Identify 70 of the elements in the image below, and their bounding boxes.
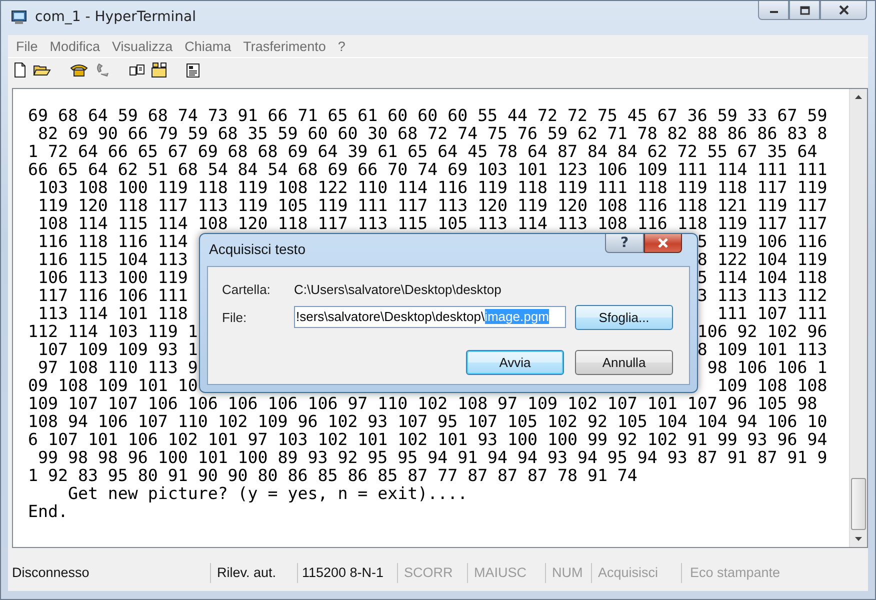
folder-path: C:\Users\salvatore\Desktop\desktop [294, 282, 502, 296]
terminal-icon [11, 9, 27, 25]
scroll-thumb[interactable] [851, 478, 866, 530]
status-text: Rilev. aut. [211, 563, 298, 583]
file-label: File: [222, 310, 248, 324]
terminal-line: 09 108 109 101 10 [28, 377, 198, 395]
status-text: MAIUSC [468, 563, 546, 583]
terminal-line: 116 118 116 114 [36, 233, 188, 251]
dialog-title: Acquisisci testo [209, 241, 306, 257]
terminal-line: 5 119 106 116 [697, 233, 828, 251]
send-document-icon[interactable] [129, 62, 145, 78]
menu-item[interactable]: ? [332, 38, 352, 54]
close-icon [838, 5, 850, 15]
help-button[interactable]: ? [605, 234, 644, 253]
terminal-line: 1 92 83 95 80 91 90 90 80 86 85 86 85 87 77 87 87 87 78 91 74 [28, 467, 638, 485]
status-text: SCORR [398, 563, 468, 583]
terminal-line: 66 65 64 62 51 68 54 84 54 68 69 66 70 74 69 103 101 123 106 109 111 114 111 111 [28, 161, 828, 179]
terminal-line: 5 114 104 118 [697, 269, 828, 287]
terminal-line: 119 120 118 117 113 119 105 119 111 117 113 120 119 120 108 116 118 121 119 117 [36, 197, 828, 215]
status-text: 115200 8-N-1 [298, 563, 398, 583]
menu-item[interactable]: Chiama [178, 38, 238, 54]
status-text: Eco stampante [689, 564, 782, 582]
terminal-line: 3 113 113 112 [697, 287, 828, 305]
terminal-line: 113 114 101 118 [36, 305, 188, 323]
menu-item[interactable]: File [10, 38, 44, 54]
terminal-line: 108 114 115 114 108 120 118 117 113 115 105 113 114 113 108 116 118 119 117 117 [36, 215, 828, 233]
minimize-button[interactable] [758, 1, 789, 20]
terminal-line: 108 94 106 107 110 102 109 96 102 93 107 95 107 105 102 92 105 104 104 94 106 10 [28, 413, 828, 431]
terminal-line: 82 69 90 66 79 59 68 35 59 60 60 30 68 72 74 75 76 59 62 71 78 82 88 86 86 83 8 [36, 125, 828, 143]
menu-item[interactable]: Trasferimento [237, 38, 332, 54]
terminal-line: 109 108 108 [717, 377, 828, 395]
terminal-line: 8 122 104 119 [697, 251, 828, 269]
status-text: Disconnesso [8, 563, 211, 583]
start-button[interactable]: Avvia [466, 350, 564, 374]
maximize-button[interactable] [789, 1, 820, 20]
file-field[interactable]: !sers\salvatore\Desktop\desktop\image.pgm [294, 306, 566, 328]
properties-icon[interactable] [185, 62, 201, 78]
terminal-line: 107 109 109 93 1 [36, 341, 198, 359]
close-icon [656, 237, 670, 249]
terminal-line: 109 107 107 106 106 106 106 106 97 110 102 108 97 109 102 107 101 107 96 105 98 [28, 395, 818, 413]
menu-item[interactable]: Modifica [44, 38, 106, 54]
terminal-line: 106 113 100 119 [36, 269, 188, 287]
window-title: com_1 - HyperTerminal [35, 9, 196, 25]
terminal-line: 69 68 64 59 68 74 73 91 66 71 65 61 60 60 60 55 44 72 72 75 45 67 36 59 33 67 59 [28, 107, 828, 125]
terminal-line: 112 114 103 119 1 [28, 323, 198, 341]
terminal-line: 103 108 100 119 118 119 108 122 110 114 116 119 118 119 111 118 119 118 117 119 [36, 179, 828, 197]
terminal-line: 116 115 104 113 [36, 251, 188, 269]
browse-button[interactable]: Sfoglia... [575, 304, 673, 330]
receive-folder-icon[interactable] [151, 62, 167, 78]
terminal-line: Get new picture? (y = yes, n = exit).... [66, 485, 469, 503]
status-text: NUM [546, 563, 592, 583]
terminal-line: 97 108 110 113 9 [36, 359, 198, 377]
terminal-line: 8 109 101 113 [697, 341, 828, 359]
scrollbar[interactable] [849, 89, 867, 547]
close-button[interactable] [820, 1, 867, 20]
close-button[interactable] [644, 234, 682, 253]
cancel-button[interactable]: Annulla [575, 350, 673, 374]
terminal-line: 6 107 101 106 102 101 97 103 102 101 102 101 93 100 100 99 92 102 91 99 93 96 94 [28, 431, 828, 449]
terminal-line: 98 106 106 1 [707, 359, 828, 377]
terminal-line: 106 92 102 96 [697, 323, 828, 341]
maximize-icon [800, 6, 810, 14]
terminal-line: 111 107 111 [717, 305, 828, 323]
folder-label: Cartella: [222, 282, 272, 296]
terminal-line: 1 72 64 66 65 67 69 68 68 69 64 39 61 65 64 45 78 64 87 84 84 62 72 55 67 35 64 [28, 143, 818, 161]
terminal-line: 117 116 106 111 [36, 287, 188, 305]
terminal-line: 99 98 98 96 100 101 100 89 93 92 95 95 94 91 94 94 93 94 95 94 93 87 91 87 91 9 [36, 449, 828, 467]
status-text: Acquisisci [592, 563, 682, 583]
menu-item[interactable]: Visualizza [106, 38, 179, 54]
new-document-icon[interactable] [13, 62, 27, 78]
terminal-line: End. [28, 503, 69, 521]
